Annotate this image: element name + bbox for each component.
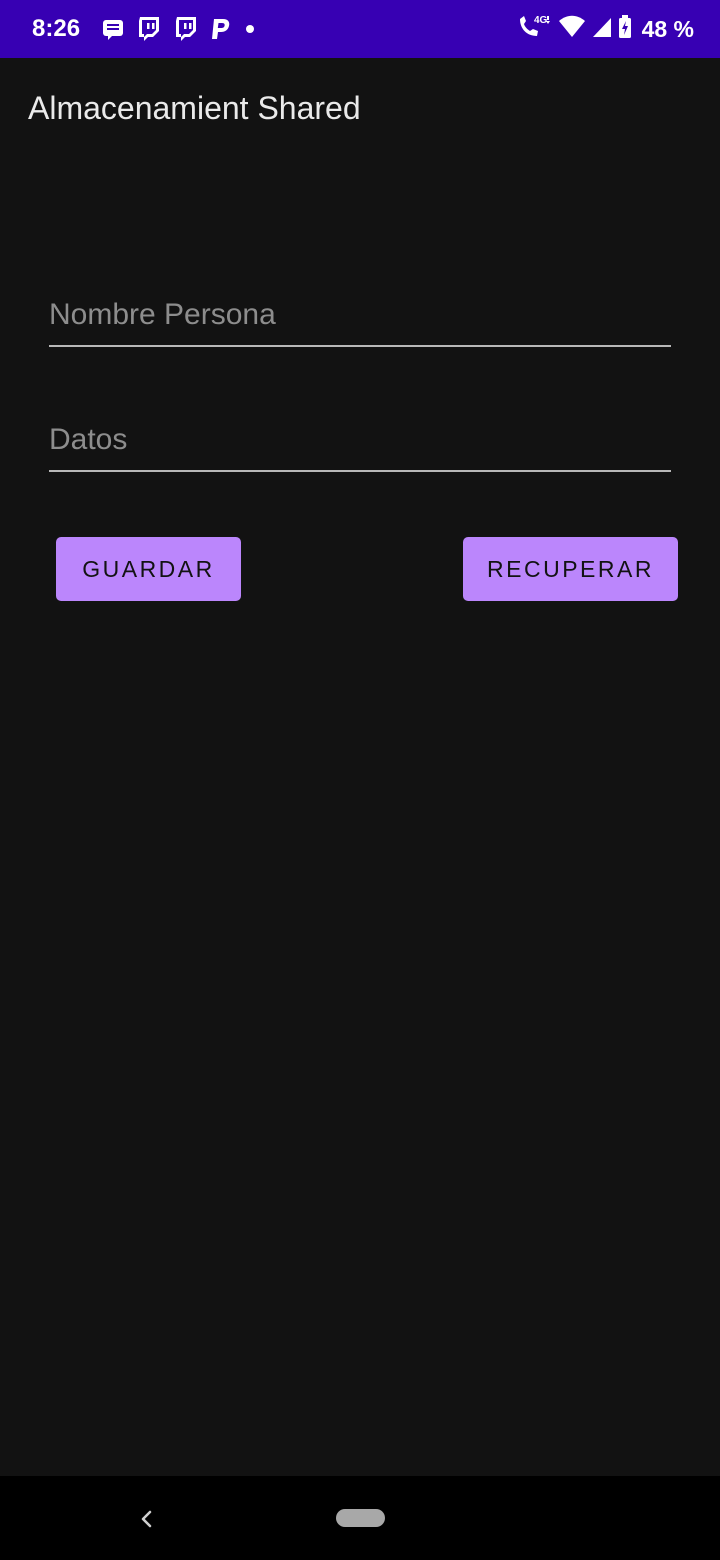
- app-screen: 8:26 4G 48 % Almacenamient Shared Nombre…: [0, 0, 720, 1560]
- datos-field: [49, 410, 671, 472]
- recuperar-button[interactable]: RECUPERAR: [463, 537, 678, 601]
- battery-icon: [618, 14, 632, 44]
- battery-percent: 48 %: [641, 15, 694, 42]
- system-icons: 4G 48 %: [516, 14, 694, 44]
- svg-text:4G: 4G: [534, 15, 548, 26]
- paypal-icon: [211, 17, 231, 41]
- dot-icon: [246, 25, 254, 33]
- navigation-bar: [0, 1476, 720, 1560]
- wifi-calling-4g-icon: 4G: [516, 13, 552, 46]
- wifi-icon: [558, 15, 586, 44]
- back-icon[interactable]: [134, 1506, 160, 1532]
- message-icon: [102, 18, 124, 40]
- home-pill-icon[interactable]: [336, 1509, 385, 1527]
- datos-input[interactable]: [49, 410, 671, 470]
- status-time: 8:26: [32, 15, 81, 42]
- nombre-persona-input[interactable]: [49, 285, 671, 345]
- twitch-icon: [137, 16, 161, 42]
- page-title: Almacenamient Shared: [28, 90, 361, 126]
- cell-signal-icon: [592, 16, 612, 43]
- nombre-persona-field: [49, 285, 671, 347]
- status-bar: 8:26 4G 48 %: [0, 0, 720, 58]
- guardar-button[interactable]: GUARDAR: [56, 537, 241, 601]
- notification-icons: [102, 16, 254, 42]
- twitch-icon: [174, 16, 198, 42]
